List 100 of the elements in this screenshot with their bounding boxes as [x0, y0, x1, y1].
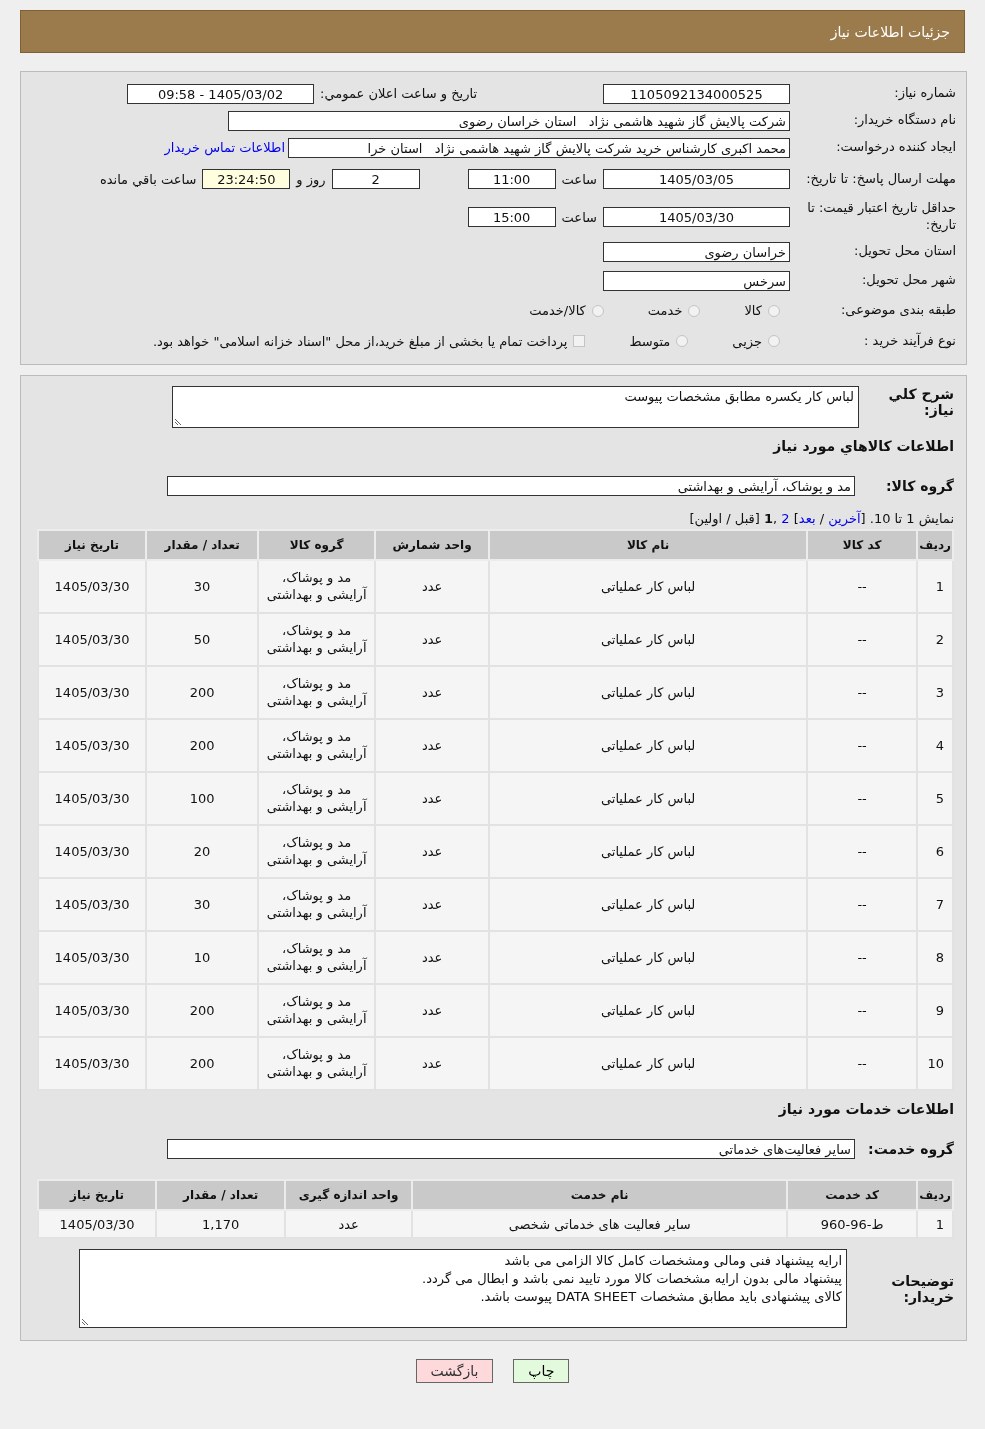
field-label: تاریخ و ساعت اعلان عمومي:: [319, 86, 478, 101]
radio-button[interactable]: [768, 335, 780, 347]
column-header: تعداد / مقدار: [146, 530, 259, 560]
table-cell: 3: [917, 666, 953, 719]
time-label: ساعت: [560, 171, 598, 187]
remaining-label: ساعت باقي مانده: [98, 171, 198, 187]
checkbox[interactable]: [573, 335, 586, 347]
table-cell: 10: [146, 931, 259, 984]
table-cell: عدد: [375, 931, 490, 984]
table-cell: مد و پوشاک، آرایشی و بهداشتی: [258, 931, 376, 984]
page-title: جزئیات اطلاعات نیاز: [830, 23, 950, 40]
requester-field[interactable]: محمد اکبری کارشناس خرید شرکت پالایش گاز شهید هاشمی نژاد استان خرا: [288, 137, 790, 158]
reply-time-field[interactable]: 11:00: [467, 169, 556, 189]
field-label: استان محل تحویل:: [853, 243, 956, 260]
field-label: ایجاد کننده درخواست:: [835, 139, 956, 156]
announce-date-field[interactable]: 1405/03/02 - 09:58: [127, 83, 315, 104]
column-header: گروه کالا: [258, 530, 376, 560]
table-cell: --: [807, 560, 918, 613]
city-field[interactable]: سرخس: [603, 270, 790, 291]
radio-button[interactable]: [688, 304, 701, 317]
column-header: نام کالا: [489, 530, 808, 560]
notes-field[interactable]: ارایه پیشنهاد فنی ومالی ومشخصات کامل کالا الزامی می باشد پیشنهاد مالی بدون ارایه مشخصات کالا مورد تایید نمی باشد و ابطال می گردد. کالای پیشنهادی باید مطابق مشخصات DATA SHEET پیوست باشد.: [79, 1249, 847, 1328]
field-label: شهر محل تحویل:: [860, 272, 956, 289]
section-title: اطلاعات خدمات مورد نیاز: [777, 1101, 954, 1117]
table-cell: 1405/03/30: [38, 560, 147, 613]
table-cell: لباس کار عملیاتی: [489, 825, 808, 878]
table-cell: 4: [917, 719, 953, 772]
page-link[interactable]: 2: [781, 511, 790, 526]
page-link[interactable]: آخرین: [828, 511, 861, 526]
column-header: تعداد / مقدار: [156, 1180, 286, 1210]
table-cell: عدد: [375, 1037, 490, 1090]
need-number-field[interactable]: 1105092134000525: [603, 83, 790, 104]
table-cell: --: [807, 931, 918, 984]
table-cell: مد و پوشاک، آرایشی و بهداشتی: [258, 772, 376, 825]
table-cell: 20: [146, 825, 259, 878]
goods-group-field[interactable]: مد و پوشاک، آرایشی و بهداشتی: [167, 475, 855, 496]
option-label: کالا/خدمت: [529, 303, 586, 318]
table-cell: --: [807, 772, 918, 825]
notes-line: ارایه پیشنهاد فنی ومالی ومشخصات کامل کالا الزامی می باشد: [503, 1252, 842, 1270]
validity-date-field[interactable]: 1405/03/30: [603, 207, 790, 227]
description-text: لباس کار یکسره مطابق مشخصات پیوست: [624, 389, 854, 404]
table-cell: 30: [146, 878, 259, 931]
radio-button[interactable]: [768, 304, 780, 317]
table-cell: 50: [146, 613, 259, 666]
table-cell: لباس کار عملیاتی: [489, 666, 808, 719]
table-cell: --: [807, 1037, 918, 1090]
radio-button[interactable]: [676, 335, 689, 347]
payment-label: پرداخت تمام یا بخشی از مبلغ خرید،از محل "اسناد خزانه اسلامی" خواهد بود.: [152, 333, 568, 349]
page-link[interactable]: بعد: [798, 511, 816, 526]
table-cell: مد و پوشاک، آرایشی و بهداشتی: [258, 560, 376, 613]
table-cell: --: [807, 613, 918, 666]
table-cell: سایر فعالیت های خدماتی شخصی: [412, 1210, 788, 1238]
group-label: گروه کالا:: [884, 477, 954, 494]
column-header: واحد اندازه گیری: [285, 1180, 413, 1210]
table-cell: 7: [917, 878, 953, 931]
column-header: تاریخ نیاز: [38, 1180, 157, 1210]
print-button[interactable]: چاپ: [513, 1359, 570, 1383]
buyer-contact-link[interactable]: اطلاعات تماس خریدار: [164, 140, 285, 155]
validity-time-field[interactable]: 15:00: [467, 207, 556, 227]
column-header: ردیف: [917, 1180, 953, 1210]
table-cell: 6: [917, 825, 953, 878]
remaining-time-field[interactable]: 23:24:50: [202, 169, 291, 189]
table-cell: لباس کار عملیاتی: [489, 613, 808, 666]
table-cell: 200: [146, 1037, 259, 1090]
table-cell: 1: [917, 560, 953, 613]
province-field[interactable]: خراسان رضوی: [603, 241, 790, 262]
option-label: کالا: [744, 303, 762, 318]
table-cell: 8: [917, 931, 953, 984]
days-field[interactable]: 2: [331, 169, 420, 189]
table-cell: 1405/03/30: [38, 613, 147, 666]
table-cell: مد و پوشاک، آرایشی و بهداشتی: [258, 984, 376, 1037]
resize-grip-icon[interactable]: [81, 1318, 89, 1326]
group-label: گروه خدمت:: [867, 1140, 954, 1157]
table-cell: 1405/03/30: [38, 984, 147, 1037]
table-cell: مد و پوشاک، آرایشی و بهداشتی: [258, 1037, 376, 1090]
back-button[interactable]: بازگشت: [415, 1359, 494, 1383]
table-cell: 100: [146, 772, 259, 825]
table-cell: 2: [917, 613, 953, 666]
resize-grip-icon[interactable]: [174, 418, 182, 426]
description-field[interactable]: لباس کار یکسره مطابق مشخصات پیوست: [172, 386, 859, 428]
table-cell: عدد: [375, 772, 490, 825]
field-label: حداقل تاریخ اعتبار قیمت: تا تاریخ:: [806, 200, 956, 234]
service-group-field[interactable]: سایر فعالیت‌های خدماتی: [167, 1138, 855, 1159]
table-cell: 1405/03/30: [38, 825, 147, 878]
table-cell: لباس کار عملیاتی: [489, 772, 808, 825]
option-label: خدمت: [647, 303, 683, 318]
table-cell: عدد: [375, 878, 490, 931]
table-cell: 30: [146, 560, 259, 613]
table-cell: 200: [146, 719, 259, 772]
column-header: کد کالا: [807, 530, 918, 560]
radio-button[interactable]: [591, 304, 604, 317]
time-label: ساعت: [560, 209, 598, 225]
table-cell: عدد: [375, 613, 490, 666]
reply-date-field[interactable]: 1405/03/05: [603, 169, 790, 189]
table-cell: عدد: [375, 825, 490, 878]
buyer-field[interactable]: شرکت پالایش گاز شهید هاشمی نژاد استان خراسان رضوی: [228, 110, 790, 131]
column-header: تاریخ نیاز: [38, 530, 147, 560]
table-cell: مد و پوشاک، آرایشی و بهداشتی: [258, 613, 376, 666]
table-cell: لباس کار عملیاتی: [489, 719, 808, 772]
table-cell: مد و پوشاک، آرایشی و بهداشتی: [258, 825, 376, 878]
